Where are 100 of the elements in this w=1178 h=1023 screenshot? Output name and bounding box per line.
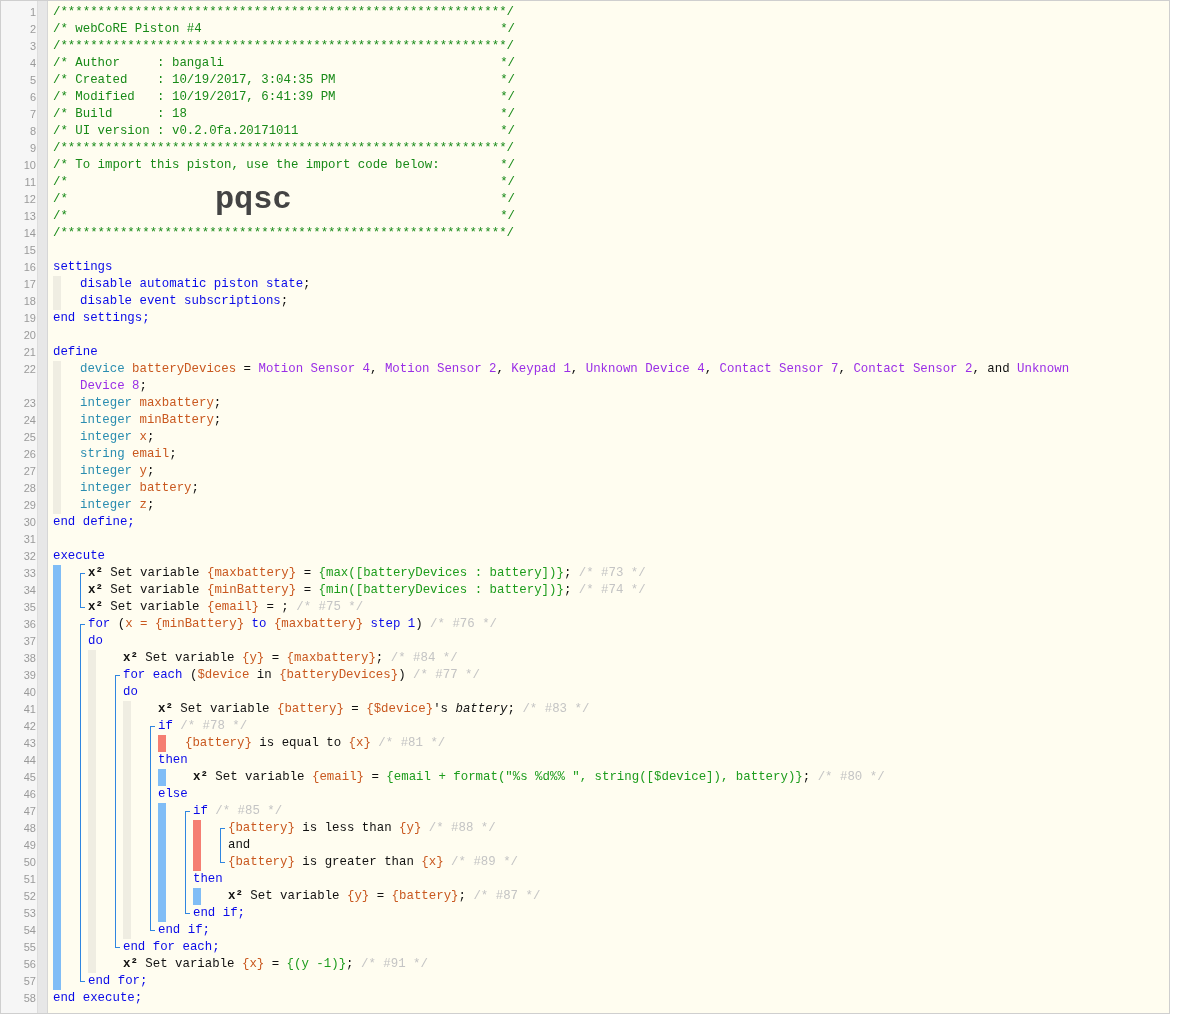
code-line: do — [88, 634, 103, 648]
line-number: 31 — [22, 532, 36, 547]
line-number: 26 — [22, 447, 36, 462]
code-line: {battery} is greater than {x} /* #89 */ — [228, 855, 518, 869]
line-number: 57 — [22, 974, 36, 989]
line-number: 17 — [22, 277, 36, 292]
comment-end: */ — [500, 89, 515, 106]
comment-line: /* webCoRE Piston #4 — [53, 21, 202, 38]
code-line: define — [53, 345, 98, 359]
line-number: 1 — [28, 5, 36, 20]
line-number: 23 — [22, 396, 36, 411]
line-number: 6 — [28, 90, 36, 105]
comment-line: /* Build : 18 — [53, 106, 187, 123]
line-number: 30 — [22, 515, 36, 530]
comment-line: /* Modified : 10/19/2017, 6:41:39 PM — [53, 89, 336, 106]
code-line: x² Set variable {maxbattery} = {max([batteryDevices : battery])}; /* #73 */ — [88, 566, 646, 580]
code-line: end if; — [158, 923, 211, 937]
code-line: disable event subscriptions; — [80, 294, 289, 308]
line-number: 25 — [22, 430, 36, 445]
line-number: 50 — [22, 855, 36, 870]
code-line: else — [158, 787, 188, 801]
comment-end: */ — [500, 72, 515, 89]
line-number: 14 — [22, 226, 36, 241]
comment-line: /* — [53, 191, 68, 208]
line-number: 33 — [22, 566, 36, 581]
comment-line: /* Created : 10/19/2017, 3:04:35 PM — [53, 72, 336, 89]
line-number: 40 — [22, 685, 36, 700]
line-number: 15 — [22, 243, 36, 258]
line-number: 49 — [22, 838, 36, 853]
line-number: 21 — [22, 345, 36, 360]
line-number: 12 — [22, 192, 36, 207]
line-number: 55 — [22, 940, 36, 955]
code-line: x² Set variable {email} = ; /* #75 */ — [88, 600, 364, 614]
line-number: 48 — [22, 821, 36, 836]
line-number: 41 — [22, 702, 36, 717]
comment-end: */ — [500, 191, 515, 208]
line-number: 34 — [22, 583, 36, 598]
comment-line: /* Author : bangali — [53, 55, 225, 72]
line-number: 38 — [22, 651, 36, 666]
line-number: 53 — [22, 906, 36, 921]
comment-line: /* — [53, 208, 68, 225]
line-number: 20 — [22, 328, 36, 343]
line-number: 27 — [22, 464, 36, 479]
line-number: 56 — [22, 957, 36, 972]
line-number: 4 — [28, 56, 36, 71]
code-line: x² Set variable {y} = {maxbattery}; /* #84 */ — [123, 651, 458, 665]
code-line: then — [158, 753, 188, 767]
bracket-line — [80, 573, 85, 608]
code-line: device batteryDevices = Motion Sensor 4, Motion Sensor 2, Keypad 1, Unknown Device 4, Contact Sensor 7, Contact Sensor 2, and Unknown Device 8; — [80, 362, 1071, 393]
bracket-line — [220, 828, 225, 863]
line-number: 22 — [22, 362, 36, 377]
code-line: end define; — [53, 515, 135, 529]
code-line: x² Set variable {minBattery} = {min([batteryDevices : battery])}; /* #74 */ — [88, 583, 646, 597]
import-code: pqsc — [214, 183, 292, 216]
comment-line: /************************************************************/ — [53, 38, 514, 55]
comment-end: */ — [500, 208, 515, 225]
code-line: integer maxbattery; — [80, 396, 222, 410]
code-line: and — [228, 838, 251, 852]
code-line: {battery} is equal to {x} /* #81 */ — [185, 736, 446, 750]
comment-end: */ — [500, 174, 515, 191]
line-number: 35 — [22, 600, 36, 615]
comment-end: */ — [500, 55, 515, 72]
code-line: if /* #85 */ — [193, 804, 283, 818]
line-number: 10 — [22, 158, 36, 173]
comment-end: */ — [500, 106, 515, 123]
comment-end: */ — [500, 157, 515, 174]
code-line: end for; — [88, 974, 148, 988]
line-number: 39 — [22, 668, 36, 683]
code-line: then — [193, 872, 223, 886]
line-number: 18 — [22, 294, 36, 309]
code-line: end if; — [193, 906, 246, 920]
comment-end: */ — [500, 21, 515, 38]
comment-end: */ — [500, 123, 515, 140]
code-line: x² Set variable {email} = {email + format("%s %d%% ", string([$device]), battery)}; /* #80 */ — [193, 770, 885, 784]
code-line: for (x = {minBattery} to {maxbattery} step 1) /* #76 */ — [88, 617, 497, 631]
code-line: settings — [53, 260, 113, 274]
line-number: 2 — [28, 22, 36, 37]
line-number: 58 — [22, 991, 36, 1006]
line-number: 45 — [22, 770, 36, 785]
comment-line: /* — [53, 174, 68, 191]
code-line: integer minBattery; — [80, 413, 222, 427]
code-line: end settings; — [53, 311, 150, 325]
line-number: 9 — [28, 141, 36, 156]
code-line: do — [123, 685, 138, 699]
code-line: end for each; — [123, 940, 220, 954]
code-line: integer z; — [80, 498, 155, 512]
line-number: 32 — [22, 549, 36, 564]
code-line: disable automatic piston state; — [80, 277, 311, 291]
code-line: integer battery; — [80, 481, 199, 495]
line-number: 42 — [22, 719, 36, 734]
line-number: 37 — [22, 634, 36, 649]
line-number: 36 — [22, 617, 36, 632]
comment-line: /************************************************************/ — [53, 4, 514, 21]
line-number: 19 — [22, 311, 36, 326]
line-number: 44 — [22, 753, 36, 768]
line-number: 46 — [22, 787, 36, 802]
line-number: 51 — [22, 872, 36, 887]
code-line: end execute; — [53, 991, 143, 1005]
code-line: x² Set variable {y} = {battery}; /* #87 */ — [228, 889, 541, 903]
code-line: for each ($device in {batteryDevices}) /* #77 */ — [123, 668, 480, 682]
